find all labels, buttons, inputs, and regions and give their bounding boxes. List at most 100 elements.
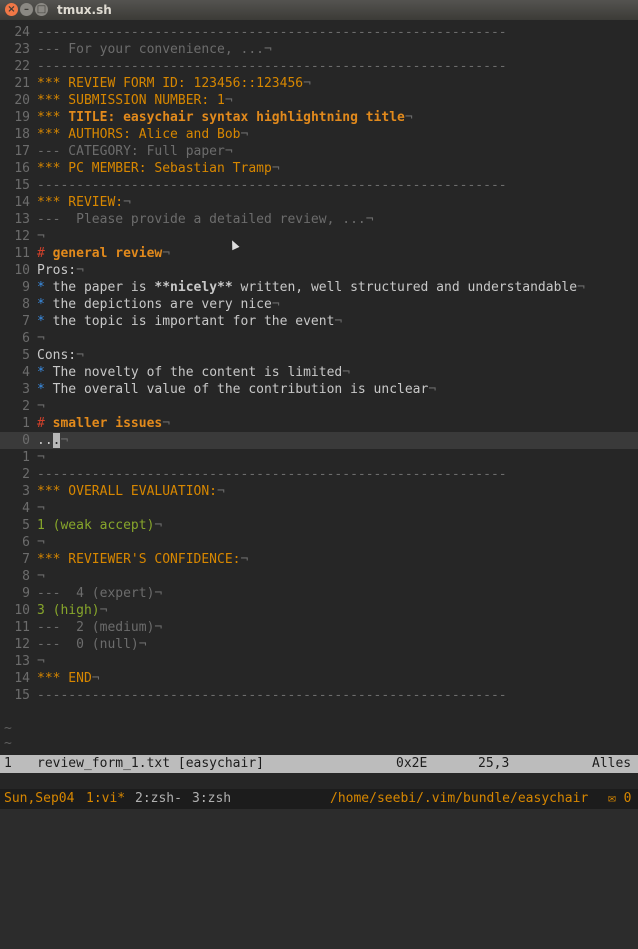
editor-line[interactable]: 11 # general review¬ <box>0 245 638 262</box>
editor-line[interactable]: 15 --------------------------------------… <box>0 177 638 194</box>
text-segment: ¬ <box>60 433 69 448</box>
line-text: ¬ <box>37 330 45 347</box>
editor-line[interactable]: 4 * The novelty of the content is limited… <box>0 364 638 381</box>
editor-line[interactable]: 14 *** END¬ <box>0 670 638 687</box>
editor-line[interactable]: 3 * The overall value of the contribution… <box>0 381 638 398</box>
line-text: ----------------------------------------… <box>37 687 507 704</box>
mail-icon: ✉ 0 <box>608 791 632 806</box>
text-segment: ¬ <box>123 195 131 210</box>
line-number: 10 <box>14 263 30 278</box>
editor-line[interactable]: 10 3 (high)¬ <box>0 602 638 619</box>
line-text: # smaller issues¬ <box>37 415 170 432</box>
editor-line[interactable]: 2 ¬ <box>0 398 638 415</box>
text-segment: ¬ <box>37 450 45 465</box>
editor-line[interactable]: 7 *** REVIEWER'S CONFIDENCE:¬ <box>0 551 638 568</box>
editor-line[interactable]: 17 --- CATEGORY: Full paper¬ <box>0 143 638 160</box>
editor-line[interactable]: 1 ¬ <box>0 449 638 466</box>
line-number: 14 <box>14 671 30 686</box>
line-number: 11 <box>14 620 30 635</box>
maximize-icon[interactable]: □ <box>35 3 48 16</box>
line-text: *** REVIEWER'S CONFIDENCE:¬ <box>37 551 248 568</box>
text-segment: --- Please provide a detailed review, ..… <box>37 212 374 227</box>
line-text: ¬ <box>37 534 45 551</box>
file-name: review_form_1.txt [easychair] <box>37 756 264 771</box>
text-segment: --- 2 (medium)¬ <box>37 620 163 635</box>
editor-line[interactable]: 8 * the depictions are very nice¬ <box>0 296 638 313</box>
tmux-path: /home/seebi/.vim/bundle/easychair <box>330 791 589 806</box>
text-segment: ¬ <box>37 399 45 414</box>
text-segment: ¬ <box>404 110 413 125</box>
line-text: ¬ <box>37 500 45 517</box>
editor-line[interactable]: 3 *** OVERALL EVALUATION:¬ <box>0 483 638 500</box>
line-text: *** SUBMISSION NUMBER: 1¬ <box>37 92 233 109</box>
text-segment: *** AUTHORS: Alice and Bob <box>37 127 241 142</box>
line-number: 2 <box>22 467 30 482</box>
editor-line[interactable]: 10 Pros:¬ <box>0 262 638 279</box>
tmux-window-2[interactable]: 2:zsh- <box>135 789 182 809</box>
text-segment: ¬ <box>76 263 84 278</box>
tmux-window-3[interactable]: 3:zsh <box>192 789 231 809</box>
editor-line[interactable]: 13 ¬ <box>0 653 638 670</box>
editor-line[interactable]: 7 * the topic is important for the event¬ <box>0 313 638 330</box>
editor-line[interactable]: 24 --------------------------------------… <box>0 24 638 41</box>
text-segment: the paper is <box>52 280 155 295</box>
line-number: 0 <box>22 433 30 448</box>
scroll-position: Alles <box>592 756 632 771</box>
line-text: *** TITLE: easychair syntax highlightnin… <box>37 109 413 126</box>
line-text: ¬ <box>37 228 45 245</box>
text-segment: ¬ <box>342 365 351 380</box>
tmux-window-1[interactable]: 1:vi* <box>86 789 125 809</box>
editor-line[interactable]: 11 --- 2 (medium)¬ <box>0 619 638 636</box>
editor-line[interactable]: 6 ¬ <box>0 330 638 347</box>
line-text: *** END¬ <box>37 670 100 687</box>
line-number: 8 <box>22 297 30 312</box>
line-text: --- CATEGORY: Full paper¬ <box>37 143 233 160</box>
line-number: 23 <box>14 42 30 57</box>
line-text: *** REVIEW FORM ID: 123456::123456¬ <box>37 75 311 92</box>
line-number: 6 <box>22 331 30 346</box>
editor-line[interactable]: 16 *** PC MEMBER: Sebastian Tramp¬ <box>0 160 638 177</box>
line-text: ----------------------------------------… <box>37 177 507 194</box>
text-segment: The overall value of the contribution is… <box>52 382 429 397</box>
editor-line[interactable]: 2 ---------------------------------------… <box>0 466 638 483</box>
line-number: 18 <box>14 127 30 142</box>
terminal-content[interactable]: 24 --------------------------------------… <box>0 20 638 809</box>
tmux-status-bar: Sun,Sep04 1:vi* 2:zsh- 3:zsh /home/seebi… <box>0 789 638 809</box>
editor-line[interactable]: 6 ¬ <box>0 534 638 551</box>
editor-line[interactable]: 23 --- For your convenience, ...¬ <box>0 41 638 58</box>
editor-line[interactable]: 9 * the paper is **nicely** written, well… <box>0 279 638 296</box>
editor-line[interactable]: 14 *** REVIEW:¬ <box>0 194 638 211</box>
text-segment: 1 (weak accept) <box>37 518 155 533</box>
editor-line[interactable]: 22 --------------------------------------… <box>0 58 638 75</box>
editor-line[interactable]: 21 *** REVIEW FORM ID: 123456::123456¬ <box>0 75 638 92</box>
text-segment: * <box>37 365 53 380</box>
text-segment: **nicely** <box>154 280 233 295</box>
line-number: 5 <box>22 348 30 363</box>
editor-line[interactable]: 1 # smaller issues¬ <box>0 415 638 432</box>
editor-line[interactable]: 12 --- 0 (null)¬ <box>0 636 638 653</box>
text-segment: ¬ <box>91 671 100 686</box>
editor-line[interactable]: 4 ¬ <box>0 500 638 517</box>
editor-line[interactable]: 5 1 (weak accept)¬ <box>0 517 638 534</box>
title-bar[interactable]: × – □ tmux.sh <box>0 0 638 21</box>
line-text: * the depictions are very nice¬ <box>37 296 280 313</box>
editor-line[interactable]: 9 --- 4 (expert)¬ <box>0 585 638 602</box>
editor-line[interactable]: 12 ¬ <box>0 228 638 245</box>
line-text: 3 (high)¬ <box>37 602 107 619</box>
line-number: 24 <box>14 25 30 40</box>
editor-line[interactable]: 8 ¬ <box>0 568 638 585</box>
close-icon[interactable]: × <box>5 3 18 16</box>
editor-line[interactable]: 13 --- Please provide a detailed review, … <box>0 211 638 228</box>
editor-line[interactable]: 19 *** TITLE: easychair syntax highlightn… <box>0 109 638 126</box>
editor-line[interactable]: 20 *** SUBMISSION NUMBER: 1¬ <box>0 92 638 109</box>
editor-line[interactable]: 5 Cons:¬ <box>0 347 638 364</box>
editor-buffer[interactable]: 24 --------------------------------------… <box>0 24 638 704</box>
line-number: 12 <box>14 637 30 652</box>
editor-line[interactable]: 15 --------------------------------------… <box>0 687 638 704</box>
text-segment: ¬ <box>37 654 45 669</box>
minimize-icon[interactable]: – <box>20 3 33 16</box>
editor-line[interactable]: 0 ...¬ <box>0 432 638 449</box>
text-segment: *** END <box>37 671 92 686</box>
line-number: 1 <box>22 450 30 465</box>
editor-line[interactable]: 18 *** AUTHORS: Alice and Bob¬ <box>0 126 638 143</box>
